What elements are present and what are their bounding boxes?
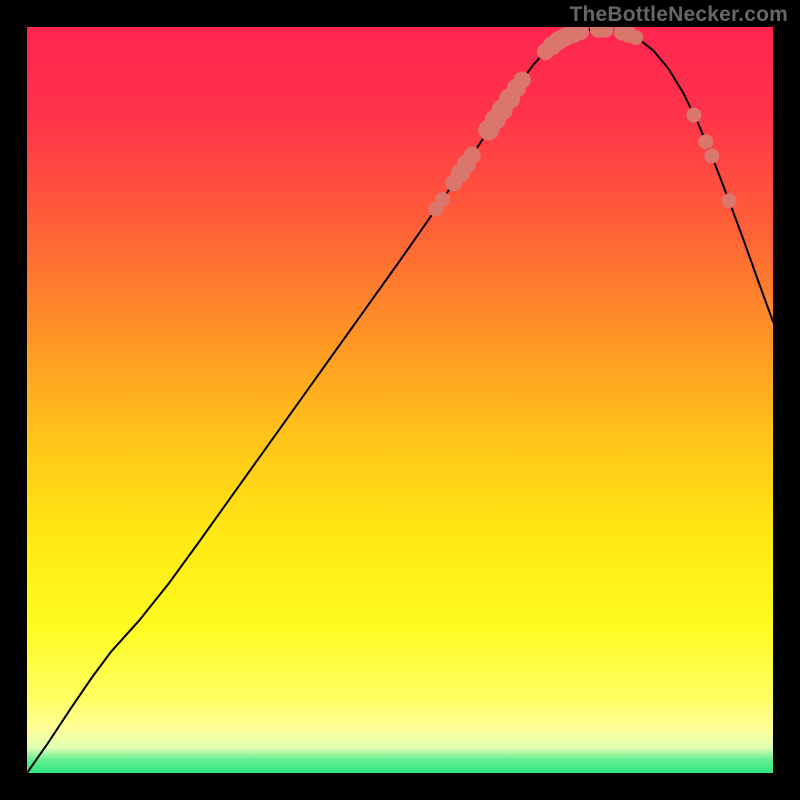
plot-area (27, 27, 773, 773)
data-marker (573, 27, 589, 39)
data-marker (687, 108, 701, 122)
chart-frame: TheBottleNecker.com (0, 0, 800, 800)
data-marker (722, 194, 736, 208)
data-marker (629, 30, 643, 44)
curve-layer (27, 27, 773, 773)
data-marker (436, 192, 450, 206)
data-marker (514, 72, 530, 88)
marker-group (429, 27, 736, 216)
data-marker (705, 149, 719, 163)
attribution-text: TheBottleNecker.com (569, 3, 788, 27)
data-marker (699, 135, 713, 149)
bottleneck-curve (27, 29, 773, 773)
data-marker (464, 147, 480, 163)
